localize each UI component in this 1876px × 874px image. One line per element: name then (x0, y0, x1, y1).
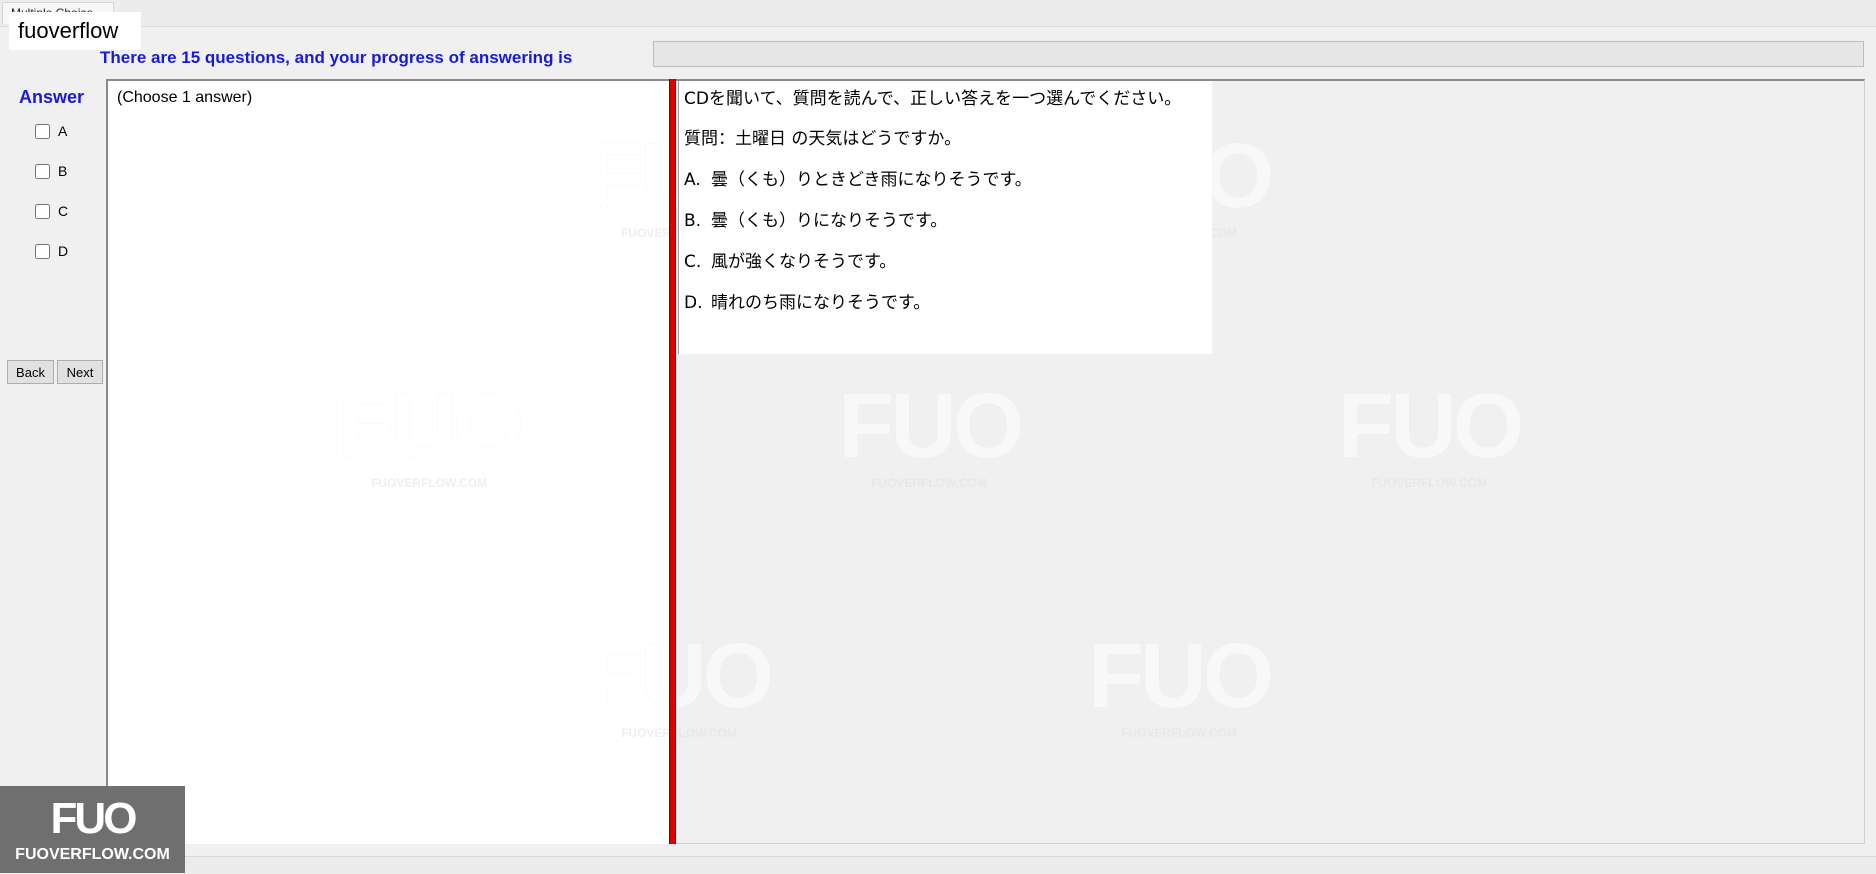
answer-option-a[interactable]: A (35, 123, 67, 139)
watermark: FUOFUOVERFLOW.COM (838, 375, 1024, 490)
watermark-site: FUOVERFLOW.COM (1121, 726, 1238, 740)
answer-checkbox-d[interactable] (35, 243, 50, 259)
watermark: FUOFUOVERFLOW.COM (588, 625, 774, 740)
answer-heading: Answer (19, 87, 85, 107)
question-option-letter: A. (684, 170, 701, 190)
answer-checkbox-b[interactable] (35, 163, 50, 179)
question-option-text: 曇（くも）りになりそうです。 (711, 211, 948, 231)
corner-logo: FUO FUOVERFLOW.COM (0, 786, 185, 873)
question-option-letter: B. (684, 211, 702, 231)
watermark: FUOFUOVERFLOW.COM (338, 375, 524, 490)
question-option-letter: C. (684, 252, 702, 272)
next-button[interactable]: Next (57, 360, 103, 384)
watermark-site: FUOVERFLOW.COM (371, 476, 488, 490)
watermark-mark: FUO (1338, 375, 1524, 477)
watermark-mark: FUO (588, 625, 774, 727)
watermark-mark: FUO (838, 375, 1024, 477)
answer-option-label: A (58, 123, 68, 139)
question-option-text: 曇（くも）りときどき雨になりそうです。 (711, 170, 1032, 190)
watermark-site: FUOVERFLOW.COM (1371, 476, 1488, 490)
question-content: CDを聞いて、質問を読んで、正しい答えを一つ選んでください。 質問：土曜日 の天… (678, 81, 1212, 354)
question-option-letter: D. (684, 293, 703, 313)
question-prompt: 質問：土曜日 の天気はどうですか。 (684, 129, 962, 149)
watermark: FUOFUOVERFLOW.COM (1088, 625, 1274, 740)
watermark-site: FUOVERFLOW.COM (621, 726, 738, 740)
answer-checkbox-a[interactable] (35, 123, 50, 139)
question-option-text: 晴れのち雨になりそうです。 (711, 293, 931, 313)
answer-checkbox-c[interactable] (35, 203, 50, 219)
answer-option-label: D (58, 243, 69, 259)
answer-option-b[interactable]: B (35, 163, 67, 179)
panel-splitter[interactable] (669, 79, 676, 844)
progress-text: There are 15 questions, and your progres… (100, 48, 573, 67)
question-instruction: CDを聞いて、質問を読んで、正しい答えを一つ選んでください。 (684, 89, 1182, 109)
back-button[interactable]: Back (7, 360, 54, 384)
window-tab-strip: Multiple Choice (0, 0, 1876, 27)
question-option-b: B. 曇（くも）りになりそうです。 (684, 206, 947, 231)
answer-option-c[interactable]: C (35, 203, 68, 219)
watermark-site: FUOVERFLOW.COM (871, 476, 988, 490)
logo-mark: FUO (50, 794, 138, 843)
answer-option-label: C (58, 203, 69, 219)
answer-option-d[interactable]: D (35, 243, 68, 259)
question-option-d: D. 晴れのち雨になりそうです。 (684, 288, 930, 313)
logo-text: FUOVERFLOW.COM (15, 846, 170, 863)
progress-bar (653, 41, 1864, 67)
watermark-mark: FUO (338, 375, 524, 477)
watermark: FUOFUOVERFLOW.COM (1338, 375, 1524, 490)
brand-label: fuoverflow (9, 12, 141, 50)
status-strip (185, 856, 1876, 874)
watermark-mark: FUO (1088, 625, 1274, 727)
question-option-a: A. 曇（くも）りときどき雨になりそうです。 (684, 165, 1032, 190)
question-option-c: C. 風が強くなりそうです。 (684, 247, 896, 272)
question-option-text: 風が強くなりそうです。 (711, 252, 897, 272)
answer-option-label: B (58, 163, 68, 179)
choose-instruction: (Choose 1 answer) (117, 89, 253, 106)
